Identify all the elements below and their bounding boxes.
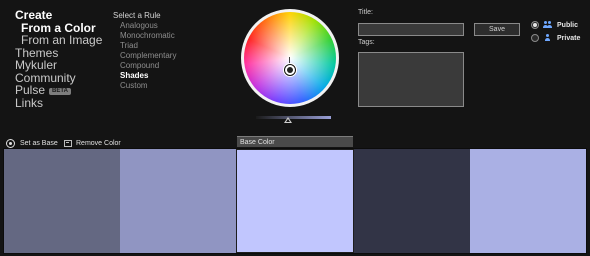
nav-create[interactable]: Create (15, 9, 102, 22)
rule-triad[interactable]: Triad (113, 41, 176, 51)
nav-mykuler[interactable]: Mykuler (15, 59, 102, 72)
title-input[interactable] (358, 23, 464, 36)
color-swatch-4[interactable] (354, 149, 470, 253)
visibility-private[interactable]: Private (531, 33, 580, 43)
remove-color-label: Remove Color (76, 139, 121, 147)
private-label: Private (557, 34, 581, 42)
rule-compound[interactable]: Compound (113, 61, 176, 71)
color-wheel[interactable] (241, 9, 339, 107)
tags-label: Tags: (358, 39, 375, 46)
target-icon (6, 138, 15, 148)
nav-from-image[interactable]: From an Image (15, 34, 102, 47)
color-swatch-2[interactable] (120, 149, 236, 253)
color-swatch-5[interactable] (470, 149, 586, 253)
main-nav: Create From a Color From an Image Themes… (15, 9, 102, 109)
nav-links[interactable]: Links (15, 96, 102, 110)
group-icon (543, 21, 553, 29)
visibility-public[interactable]: Public (531, 20, 578, 30)
brightness-slider-thumb[interactable] (284, 117, 292, 123)
tags-input[interactable] (358, 52, 464, 107)
swatch-row (3, 148, 587, 254)
color-swatch-1[interactable] (4, 149, 120, 253)
color-swatch-3[interactable] (236, 149, 354, 253)
beta-badge: BETA (49, 88, 71, 95)
rule-custom[interactable]: Custom (113, 81, 176, 91)
color-wheel-hues[interactable] (244, 12, 336, 104)
brightness-slider[interactable] (256, 116, 331, 119)
rule-selector-title: Select a Rule (113, 11, 161, 20)
rule-shades[interactable]: Shades (113, 71, 176, 81)
rule-analogous[interactable]: Analogous (113, 21, 176, 31)
rule-complementary[interactable]: Complementary (113, 51, 176, 61)
nav-pulse[interactable]: Pulse BETA (15, 84, 102, 97)
public-label: Public (557, 21, 579, 29)
nav-pulse-label: Pulse (15, 83, 46, 97)
title-label: Title: (358, 9, 373, 16)
rule-selector: Select a Rule Analogous Monochromatic Tr… (113, 11, 176, 91)
person-icon (543, 34, 553, 42)
remove-color-button[interactable]: Remove Color (64, 138, 121, 148)
remove-icon (64, 139, 72, 147)
save-button[interactable]: Save (474, 23, 520, 36)
private-radio[interactable] (531, 34, 539, 42)
set-as-base-button[interactable]: Set as Base (6, 138, 58, 148)
rule-monochromatic[interactable]: Monochromatic (113, 31, 176, 41)
set-as-base-label: Set as Base (20, 139, 58, 147)
base-color-tab: Base Color (237, 136, 353, 147)
public-radio[interactable] (531, 21, 539, 29)
color-wheel-handle[interactable] (284, 64, 296, 76)
